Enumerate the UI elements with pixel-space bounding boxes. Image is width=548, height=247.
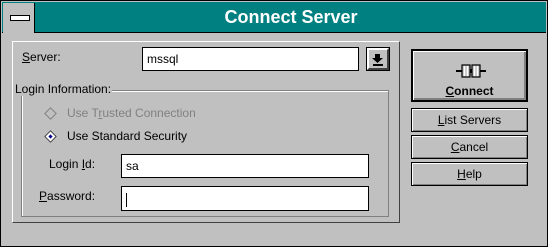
- trusted-connection-label: Use Trusted Connection: [67, 106, 196, 120]
- system-menu-icon: [10, 15, 30, 21]
- login-id-label: Login Id:: [49, 157, 96, 171]
- connect-button-label: Connect: [445, 84, 494, 98]
- server-dropdown-button[interactable]: [366, 47, 390, 71]
- down-arrow-icon: [372, 54, 383, 66]
- list-servers-button[interactable]: List Servers: [411, 108, 528, 132]
- connect-server-dialog: Connect Server Server: mssql Login Infor…: [0, 0, 548, 247]
- cancel-button[interactable]: Cancel: [411, 135, 528, 159]
- list-servers-label: List Servers: [437, 113, 502, 127]
- login-information-title: Login Information:: [14, 82, 113, 96]
- server-combobox-input[interactable]: mssql: [142, 47, 359, 71]
- password-label: Password:: [39, 189, 96, 203]
- password-input[interactable]: [121, 186, 369, 211]
- system-menu-button[interactable]: [3, 3, 35, 33]
- title-bar: Connect Server: [2, 2, 546, 33]
- standard-security-label: Use Standard Security: [67, 129, 188, 143]
- login-id-input[interactable]: sa: [121, 154, 369, 178]
- connect-button[interactable]: Connect: [411, 49, 528, 102]
- help-label: Help: [457, 167, 482, 181]
- plug-connector-icon: [456, 64, 486, 78]
- text-cursor: [126, 192, 127, 207]
- cancel-label: Cancel: [450, 140, 489, 154]
- help-button[interactable]: Help: [411, 162, 528, 186]
- window-title: Connect Server: [224, 7, 358, 27]
- server-label: Server:: [22, 50, 61, 64]
